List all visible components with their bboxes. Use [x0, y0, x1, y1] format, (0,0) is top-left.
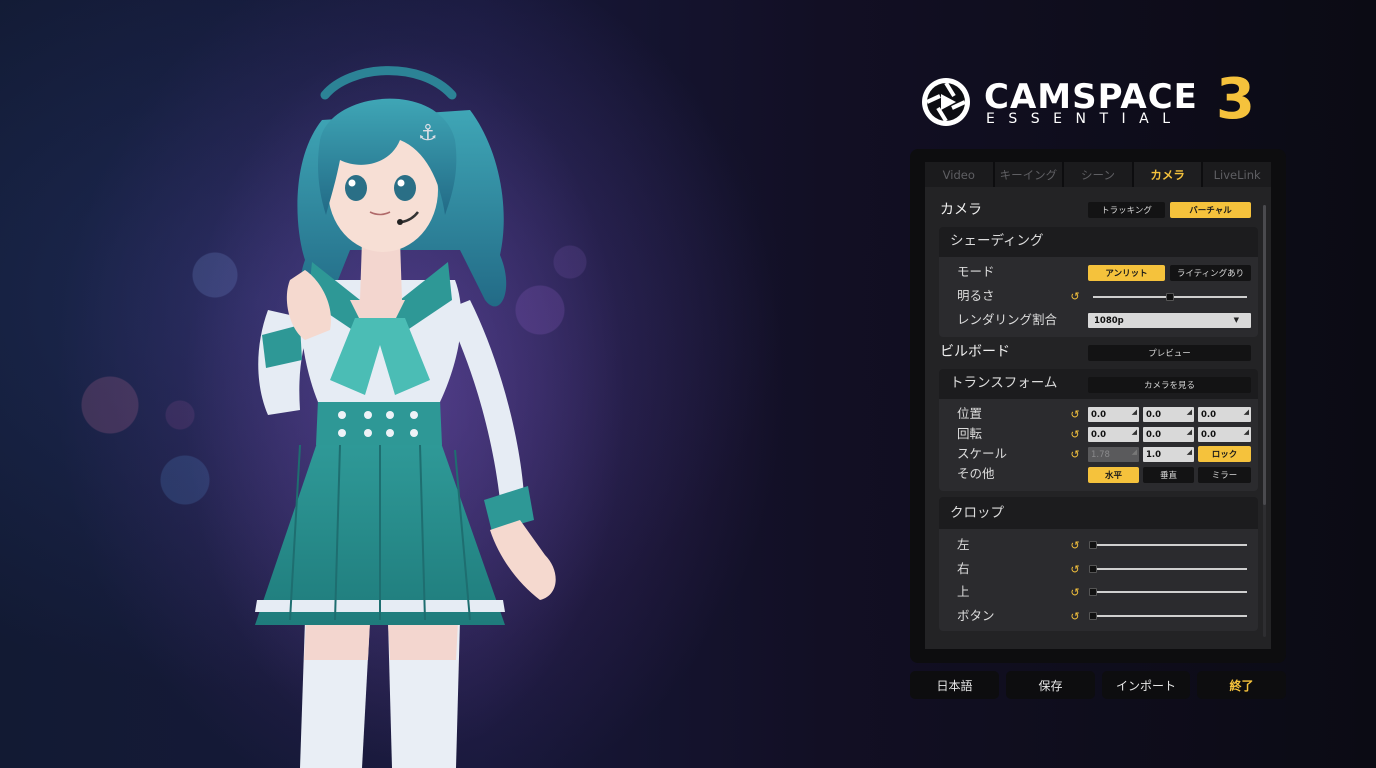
- chevron-down-icon: ▼: [1233, 316, 1239, 324]
- logo-subtitle: ESSENTIAL: [986, 111, 1184, 127]
- brightness-slider-thumb[interactable]: [1166, 293, 1174, 301]
- crop-top-label: 上: [957, 584, 970, 599]
- virtual-mode-button[interactable]: バーチャル: [1170, 202, 1251, 218]
- other-label: その他: [957, 466, 995, 481]
- crop-right-reset-icon[interactable]: ↺: [1069, 564, 1081, 576]
- render-scale-label: レンダリング割合: [957, 312, 1058, 327]
- crop-bottom-slider-thumb[interactable]: [1089, 612, 1097, 620]
- crop-left-reset-icon[interactable]: ↺: [1069, 540, 1081, 552]
- position-z-field[interactable]: 0.0 ◢: [1198, 407, 1251, 422]
- crop-right-label: 右: [957, 561, 970, 576]
- position-label: 位置: [957, 406, 983, 421]
- save-button[interactable]: 保存: [1006, 671, 1095, 699]
- logo-version: 3: [1216, 67, 1255, 132]
- resize-icon: ◢: [1131, 408, 1137, 416]
- rotation-y-field[interactable]: 0.0 ◢: [1143, 427, 1194, 442]
- flip-vertical-button[interactable]: 垂直: [1143, 467, 1194, 483]
- transform-title: トランスフォーム: [950, 375, 1058, 391]
- tab-livelink[interactable]: LiveLink: [1203, 162, 1271, 187]
- unlit-button[interactable]: アンリット: [1088, 265, 1165, 281]
- svg-text:⚓: ⚓: [418, 121, 438, 146]
- resize-icon: ◢: [1131, 448, 1137, 456]
- exit-button[interactable]: 終了: [1197, 671, 1286, 699]
- crop-title: クロップ: [950, 505, 1004, 521]
- position-y-field[interactable]: 0.0 ◢: [1143, 407, 1194, 422]
- scrollbar-thumb[interactable]: [1263, 205, 1266, 505]
- crop-left-label: 左: [957, 537, 970, 552]
- render-scale-select[interactable]: 1080p ▼: [1088, 313, 1251, 328]
- rotation-x-field[interactable]: 0.0 ◢: [1088, 427, 1139, 442]
- crop-top-slider[interactable]: [1093, 591, 1247, 593]
- scale-x-field[interactable]: 1.78 ◢: [1088, 447, 1139, 462]
- position-reset-icon[interactable]: ↺: [1069, 409, 1081, 421]
- scale-y-field[interactable]: 1.0 ◢: [1143, 447, 1194, 462]
- brightness-label: 明るさ: [957, 288, 995, 303]
- rotation-y-value: 0.0: [1146, 429, 1162, 440]
- lit-button[interactable]: ライティングあり: [1170, 265, 1251, 281]
- rotation-label: 回転: [957, 426, 983, 441]
- tab-bar: Video キーイング シーン カメラ LiveLink: [925, 162, 1271, 187]
- look-at-camera-button[interactable]: カメラを見る: [1088, 377, 1251, 393]
- character-preview: ⚓: [0, 0, 880, 768]
- language-button[interactable]: 日本語: [910, 671, 999, 699]
- crop-bottom-label: ボタン: [957, 608, 995, 623]
- crop-left-slider[interactable]: [1093, 544, 1247, 546]
- mirror-button[interactable]: ミラー: [1198, 467, 1251, 483]
- resize-icon: ◢: [1186, 428, 1192, 436]
- flip-horizontal-button[interactable]: 水平: [1088, 467, 1139, 483]
- position-z-value: 0.0: [1201, 409, 1217, 420]
- scale-reset-icon[interactable]: ↺: [1069, 449, 1081, 461]
- crop-top-reset-icon[interactable]: ↺: [1069, 587, 1081, 599]
- camera-section-title: カメラ: [940, 202, 982, 218]
- rotation-z-field[interactable]: 0.0 ◢: [1198, 427, 1251, 442]
- tab-scene[interactable]: シーン: [1064, 162, 1132, 187]
- crop-right-slider-thumb[interactable]: [1089, 565, 1097, 573]
- lock-button[interactable]: ロック: [1198, 446, 1251, 462]
- tab-camera[interactable]: カメラ: [1133, 162, 1202, 187]
- position-y-value: 0.0: [1146, 409, 1162, 420]
- position-x-field[interactable]: 0.0 ◢: [1088, 407, 1139, 422]
- anime-character-illustration: ⚓: [185, 40, 625, 768]
- tracking-mode-button[interactable]: トラッキング: [1088, 202, 1165, 218]
- preview-button[interactable]: プレビュー: [1088, 345, 1251, 361]
- resize-icon: ◢: [1131, 428, 1137, 436]
- import-button[interactable]: インポート: [1102, 671, 1190, 699]
- rotation-x-value: 0.0: [1091, 429, 1107, 440]
- crop-bottom-slider[interactable]: [1093, 615, 1247, 617]
- position-x-value: 0.0: [1091, 409, 1107, 420]
- scale-label: スケール: [957, 446, 1008, 461]
- tab-keying[interactable]: キーイング: [994, 162, 1063, 187]
- resize-icon: ◢: [1243, 408, 1249, 416]
- resize-icon: ◢: [1186, 408, 1192, 416]
- crop-right-slider[interactable]: [1093, 568, 1247, 570]
- brightness-reset-icon[interactable]: ↺: [1069, 291, 1081, 303]
- camera-aperture-play-icon: [920, 76, 972, 128]
- tab-video[interactable]: Video: [925, 162, 993, 187]
- scale-x-value: 1.78: [1091, 449, 1110, 460]
- rotation-z-value: 0.0: [1201, 429, 1217, 440]
- billboard-section-title: ビルボード: [940, 344, 1010, 360]
- resize-icon: ◢: [1186, 448, 1192, 456]
- crop-bottom-reset-icon[interactable]: ↺: [1069, 611, 1081, 623]
- shading-title: シェーディング: [950, 233, 1044, 249]
- crop-top-slider-thumb[interactable]: [1089, 588, 1097, 596]
- render-scale-value: 1080p: [1094, 315, 1124, 326]
- rotation-reset-icon[interactable]: ↺: [1069, 429, 1081, 441]
- scale-y-value: 1.0: [1146, 449, 1162, 460]
- resize-icon: ◢: [1243, 428, 1249, 436]
- crop-left-slider-thumb[interactable]: [1089, 541, 1097, 549]
- mode-label: モード: [957, 264, 995, 279]
- app-logo: CAMSPACE ESSENTIAL 3: [920, 70, 1260, 132]
